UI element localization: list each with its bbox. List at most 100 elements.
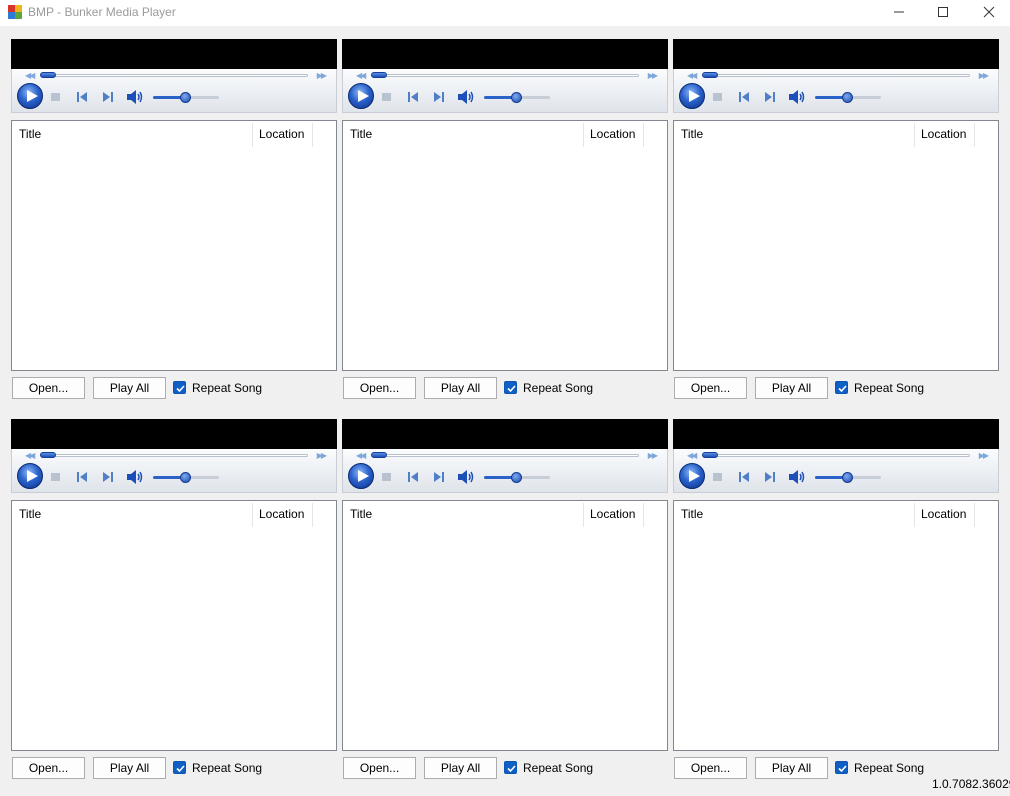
video-area[interactable] [342, 39, 668, 69]
previous-icon[interactable] [76, 471, 88, 483]
fast-forward-icon[interactable]: ▶▶ [979, 71, 989, 80]
column-divider[interactable] [974, 503, 975, 527]
repeat-song-checkbox[interactable] [504, 761, 517, 774]
column-location[interactable]: Location [590, 507, 635, 521]
volume-thumb[interactable] [180, 92, 191, 103]
play-all-button[interactable]: Play All [424, 377, 497, 399]
previous-icon[interactable] [407, 91, 419, 103]
column-title[interactable]: Title [681, 127, 703, 141]
volume-icon[interactable] [457, 469, 475, 485]
playlist[interactable]: Title Location [342, 120, 668, 371]
open-button[interactable]: Open... [343, 757, 416, 779]
repeat-song-label[interactable]: Repeat Song [523, 381, 593, 395]
playlist[interactable]: Title Location [11, 120, 337, 371]
close-button[interactable] [966, 0, 1010, 26]
volume-thumb[interactable] [842, 92, 853, 103]
column-divider[interactable] [583, 123, 584, 147]
column-title[interactable]: Title [19, 127, 41, 141]
column-title[interactable]: Title [19, 507, 41, 521]
column-title[interactable]: Title [681, 507, 703, 521]
column-location[interactable]: Location [590, 127, 635, 141]
seek-bar[interactable] [42, 454, 308, 457]
video-area[interactable] [11, 419, 337, 449]
seek-bar[interactable] [704, 454, 970, 457]
column-divider[interactable] [252, 503, 253, 527]
volume-thumb[interactable] [511, 92, 522, 103]
column-divider[interactable] [643, 503, 644, 527]
previous-icon[interactable] [738, 471, 750, 483]
volume-thumb[interactable] [842, 472, 853, 483]
stop-button[interactable] [382, 473, 391, 481]
repeat-song-checkbox[interactable] [835, 761, 848, 774]
volume-icon[interactable] [457, 89, 475, 105]
playlist[interactable]: Title Location [673, 500, 999, 751]
repeat-song-label[interactable]: Repeat Song [523, 761, 593, 775]
rewind-icon[interactable]: ◀◀ [25, 451, 35, 460]
seek-bar[interactable] [42, 74, 308, 77]
next-icon[interactable] [102, 471, 114, 483]
repeat-song-checkbox[interactable] [173, 381, 186, 394]
repeat-song-checkbox[interactable] [835, 381, 848, 394]
seek-thumb[interactable] [702, 72, 718, 78]
play-button[interactable] [17, 463, 43, 489]
next-icon[interactable] [433, 471, 445, 483]
play-all-button[interactable]: Play All [93, 377, 166, 399]
play-button[interactable] [679, 463, 705, 489]
seek-bar[interactable] [373, 454, 639, 457]
repeat-song-label[interactable]: Repeat Song [854, 761, 924, 775]
playlist[interactable]: Title Location [673, 120, 999, 371]
fast-forward-icon[interactable]: ▶▶ [648, 451, 658, 460]
repeat-song-checkbox[interactable] [173, 761, 186, 774]
previous-icon[interactable] [738, 91, 750, 103]
stop-button[interactable] [382, 93, 391, 101]
repeat-song-label[interactable]: Repeat Song [854, 381, 924, 395]
repeat-song-checkbox[interactable] [504, 381, 517, 394]
open-button[interactable]: Open... [674, 377, 747, 399]
rewind-icon[interactable]: ◀◀ [687, 71, 697, 80]
video-area[interactable] [11, 39, 337, 69]
repeat-song-label[interactable]: Repeat Song [192, 761, 262, 775]
column-location[interactable]: Location [921, 507, 966, 521]
rewind-icon[interactable]: ◀◀ [25, 71, 35, 80]
video-area[interactable] [342, 419, 668, 449]
column-location[interactable]: Location [921, 127, 966, 141]
column-title[interactable]: Title [350, 507, 372, 521]
play-all-button[interactable]: Play All [93, 757, 166, 779]
column-divider[interactable] [312, 503, 313, 527]
play-all-button[interactable]: Play All [755, 377, 828, 399]
open-button[interactable]: Open... [674, 757, 747, 779]
volume-thumb[interactable] [180, 472, 191, 483]
play-button[interactable] [679, 83, 705, 109]
fast-forward-icon[interactable]: ▶▶ [317, 451, 327, 460]
column-title[interactable]: Title [350, 127, 372, 141]
stop-button[interactable] [51, 93, 60, 101]
fast-forward-icon[interactable]: ▶▶ [648, 71, 658, 80]
stop-button[interactable] [713, 93, 722, 101]
minimize-button[interactable] [876, 0, 922, 26]
rewind-icon[interactable]: ◀◀ [356, 71, 366, 80]
column-divider[interactable] [914, 503, 915, 527]
next-icon[interactable] [102, 91, 114, 103]
previous-icon[interactable] [407, 471, 419, 483]
playlist[interactable]: Title Location [342, 500, 668, 751]
volume-thumb[interactable] [511, 472, 522, 483]
play-button[interactable] [348, 463, 374, 489]
open-button[interactable]: Open... [343, 377, 416, 399]
next-icon[interactable] [764, 471, 776, 483]
volume-icon[interactable] [788, 469, 806, 485]
next-icon[interactable] [764, 91, 776, 103]
previous-icon[interactable] [76, 91, 88, 103]
playlist[interactable]: Title Location [11, 500, 337, 751]
next-icon[interactable] [433, 91, 445, 103]
column-location[interactable]: Location [259, 507, 304, 521]
video-area[interactable] [673, 39, 999, 69]
stop-button[interactable] [51, 473, 60, 481]
play-button[interactable] [348, 83, 374, 109]
video-area[interactable] [673, 419, 999, 449]
volume-icon[interactable] [126, 89, 144, 105]
play-button[interactable] [17, 83, 43, 109]
column-divider[interactable] [252, 123, 253, 147]
rewind-icon[interactable]: ◀◀ [356, 451, 366, 460]
open-button[interactable]: Open... [12, 757, 85, 779]
play-all-button[interactable]: Play All [424, 757, 497, 779]
